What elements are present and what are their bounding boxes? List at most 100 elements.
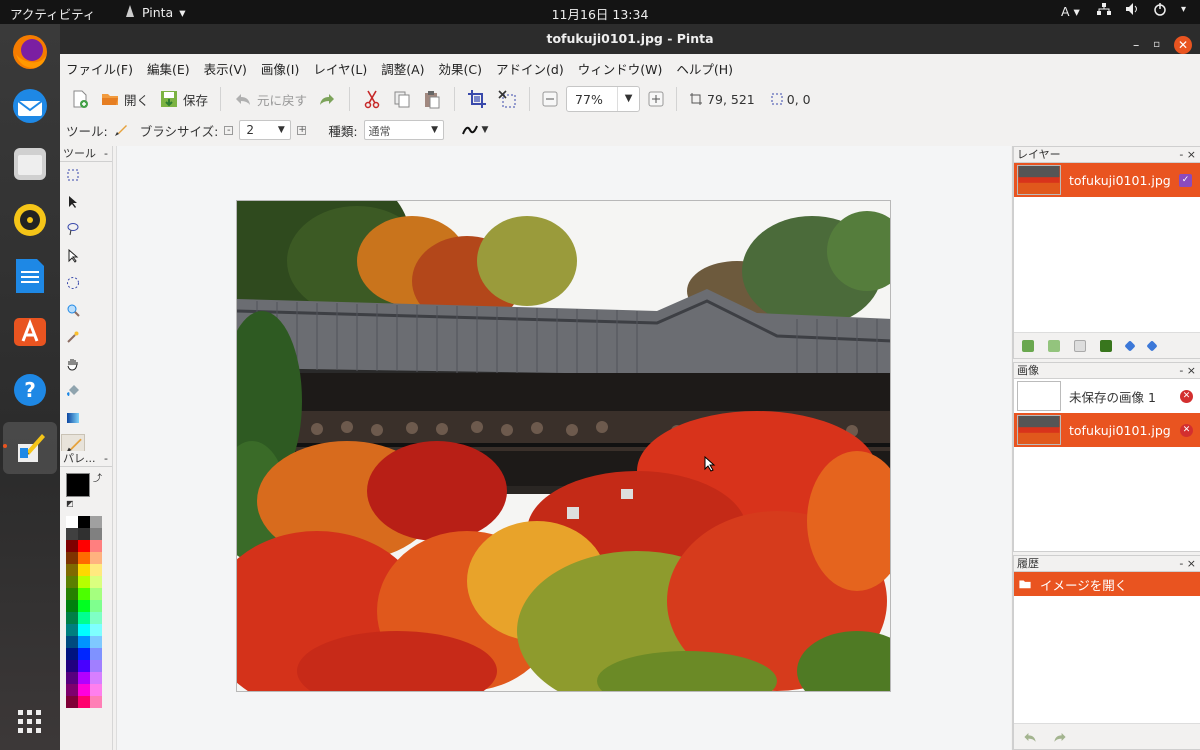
close-image-icon[interactable]: ✕ bbox=[1180, 423, 1193, 437]
gradient-tool[interactable] bbox=[66, 411, 82, 427]
type-value[interactable]: 通常 bbox=[365, 122, 427, 138]
power-icon bbox=[1154, 3, 1166, 16]
save-button[interactable]: 保存 bbox=[157, 86, 210, 112]
menu-help[interactable]: ヘルプ(H) bbox=[676, 59, 733, 78]
new-button[interactable] bbox=[68, 86, 92, 112]
move-selection-tool[interactable] bbox=[66, 248, 82, 265]
panel-controls[interactable]: - × bbox=[1179, 147, 1196, 162]
panel-minimize-button[interactable]: - bbox=[104, 146, 108, 161]
history-panel: 履歴 - × イメージを開く bbox=[1013, 555, 1200, 750]
firefox-icon[interactable] bbox=[10, 32, 50, 72]
deselect-button[interactable] bbox=[495, 86, 519, 112]
undo-button[interactable]: 元に戻す bbox=[231, 86, 309, 112]
zoom-value[interactable]: 77% bbox=[567, 92, 617, 107]
paste-icon bbox=[425, 91, 440, 109]
show-applications-icon[interactable] bbox=[10, 702, 50, 742]
redo-icon[interactable] bbox=[1052, 729, 1068, 745]
image-item[interactable]: 未保存の画像 1 ✕ bbox=[1014, 379, 1200, 413]
zoom-in-button[interactable] bbox=[646, 86, 666, 112]
menu-addins[interactable]: アドイン(d) bbox=[496, 59, 564, 78]
system-tray[interactable]: ▾ bbox=[1096, 2, 1186, 16]
ellipse-select-tool[interactable] bbox=[66, 276, 82, 292]
thunderbird-icon[interactable] bbox=[10, 86, 50, 126]
swap-colors-icon[interactable]: ⤴ bbox=[93, 471, 102, 484]
crop-to-selection-button[interactable] bbox=[465, 86, 489, 112]
redo-button[interactable] bbox=[315, 86, 339, 112]
menu-effects[interactable]: 効果(C) bbox=[439, 59, 482, 78]
window-titlebar[interactable]: tofukuji0101.jpg - Pinta – ▫ ✕ bbox=[60, 24, 1200, 54]
palette-swatches[interactable] bbox=[66, 516, 104, 708]
panel-controls[interactable]: - × bbox=[1179, 556, 1196, 571]
running-indicator bbox=[3, 444, 7, 448]
cut-button[interactable] bbox=[360, 86, 384, 112]
primary-color-swatch[interactable] bbox=[66, 473, 90, 497]
software-center-icon[interactable] bbox=[10, 312, 50, 352]
paste-button[interactable] bbox=[420, 86, 444, 112]
chevron-down-icon[interactable]: ▼ bbox=[617, 87, 639, 111]
reset-colors-icon[interactable]: ◩ bbox=[66, 499, 74, 508]
tools-panel-header: ツール - bbox=[60, 146, 112, 162]
copy-button[interactable] bbox=[390, 86, 414, 112]
zoom-out-button[interactable] bbox=[540, 86, 560, 112]
undo-icon[interactable] bbox=[1022, 729, 1038, 745]
close-image-icon[interactable]: ✕ bbox=[1180, 389, 1193, 403]
menu-edit[interactable]: 編集(E) bbox=[147, 59, 190, 78]
zoom-combo[interactable]: 77% ▼ bbox=[566, 86, 641, 112]
type-combo[interactable]: 通常 ▼ bbox=[363, 120, 444, 140]
menu-file[interactable]: ファイル(F) bbox=[66, 59, 133, 78]
menu-layer[interactable]: レイヤ(L) bbox=[313, 59, 367, 78]
brush-size-combo[interactable]: 2 ▼ bbox=[239, 120, 292, 140]
maximize-button[interactable]: ▫ bbox=[1153, 30, 1160, 60]
minimize-button[interactable]: – bbox=[1133, 30, 1139, 60]
merge-layer-icon[interactable] bbox=[1100, 339, 1112, 352]
layer-visibility-checkbox[interactable]: ✓ bbox=[1179, 173, 1192, 187]
menu-view[interactable]: 表示(V) bbox=[204, 59, 247, 78]
open-button[interactable]: 開く bbox=[98, 86, 151, 112]
magic-wand-tool[interactable] bbox=[66, 330, 82, 346]
brush-size-increase-button[interactable]: + bbox=[297, 125, 307, 135]
panel-controls[interactable]: - × bbox=[1179, 363, 1196, 378]
tools-panel-title: ツール bbox=[63, 147, 96, 160]
move-layer-up-icon[interactable] bbox=[1124, 339, 1136, 352]
brush-size-decrease-button[interactable]: - bbox=[224, 125, 234, 135]
image-canvas[interactable] bbox=[236, 200, 891, 692]
tofukuji-photo[interactable] bbox=[237, 201, 891, 692]
files-icon[interactable] bbox=[10, 144, 50, 184]
add-layer-icon[interactable] bbox=[1022, 339, 1034, 352]
zoom-tool[interactable] bbox=[66, 303, 82, 319]
menu-bar: ファイル(F) 編集(E) 表示(V) 画像(I) レイヤ(L) 調整(A) 効… bbox=[60, 54, 1200, 82]
rectangle-select-tool[interactable] bbox=[66, 168, 82, 184]
clock[interactable]: 11月16日 13:34 bbox=[0, 4, 1200, 23]
help-icon[interactable]: ? bbox=[10, 370, 50, 410]
zoom-out-icon bbox=[542, 91, 558, 107]
keyboard-layout-indicator[interactable]: A ▾ bbox=[1061, 4, 1080, 19]
antialiasing-dropdown[interactable]: ▼ bbox=[461, 123, 489, 137]
panel-minimize-button[interactable]: - bbox=[104, 451, 108, 466]
menu-adjustments[interactable]: 調整(A) bbox=[381, 59, 424, 78]
libreoffice-writer-icon[interactable] bbox=[10, 256, 50, 296]
deselect-icon bbox=[498, 90, 516, 108]
move-selected-tool[interactable] bbox=[66, 195, 82, 211]
delete-layer-icon[interactable] bbox=[1048, 339, 1060, 352]
lasso-select-tool[interactable] bbox=[66, 222, 82, 238]
menu-window[interactable]: ウィンドウ(W) bbox=[578, 59, 663, 78]
chevron-down-icon[interactable]: ▼ bbox=[427, 125, 443, 135]
rhythmbox-icon[interactable] bbox=[10, 200, 50, 240]
image-name: 未保存の画像 1 bbox=[1069, 389, 1156, 405]
layer-item[interactable]: tofukuji0101.jpg ✓ bbox=[1014, 163, 1200, 197]
menu-image[interactable]: 画像(I) bbox=[261, 59, 299, 78]
image-item[interactable]: tofukuji0101.jpg ✕ bbox=[1014, 413, 1200, 447]
chevron-down-icon[interactable]: ▼ bbox=[272, 125, 290, 135]
close-button[interactable]: ✕ bbox=[1174, 36, 1192, 54]
mouse-cursor-icon bbox=[704, 456, 716, 472]
brush-size-value[interactable]: 2 bbox=[240, 123, 272, 137]
layers-panel-title: レイヤー bbox=[1017, 148, 1061, 161]
history-item[interactable]: イメージを開く bbox=[1014, 572, 1200, 596]
move-layer-down-icon[interactable] bbox=[1146, 339, 1158, 352]
paint-bucket-tool[interactable] bbox=[66, 384, 82, 400]
pan-tool[interactable] bbox=[66, 357, 82, 373]
canvas-area[interactable] bbox=[116, 146, 1011, 750]
duplicate-layer-icon[interactable] bbox=[1074, 339, 1086, 352]
pinta-icon[interactable] bbox=[10, 428, 50, 468]
chevron-down-icon: ▼ bbox=[481, 125, 489, 135]
